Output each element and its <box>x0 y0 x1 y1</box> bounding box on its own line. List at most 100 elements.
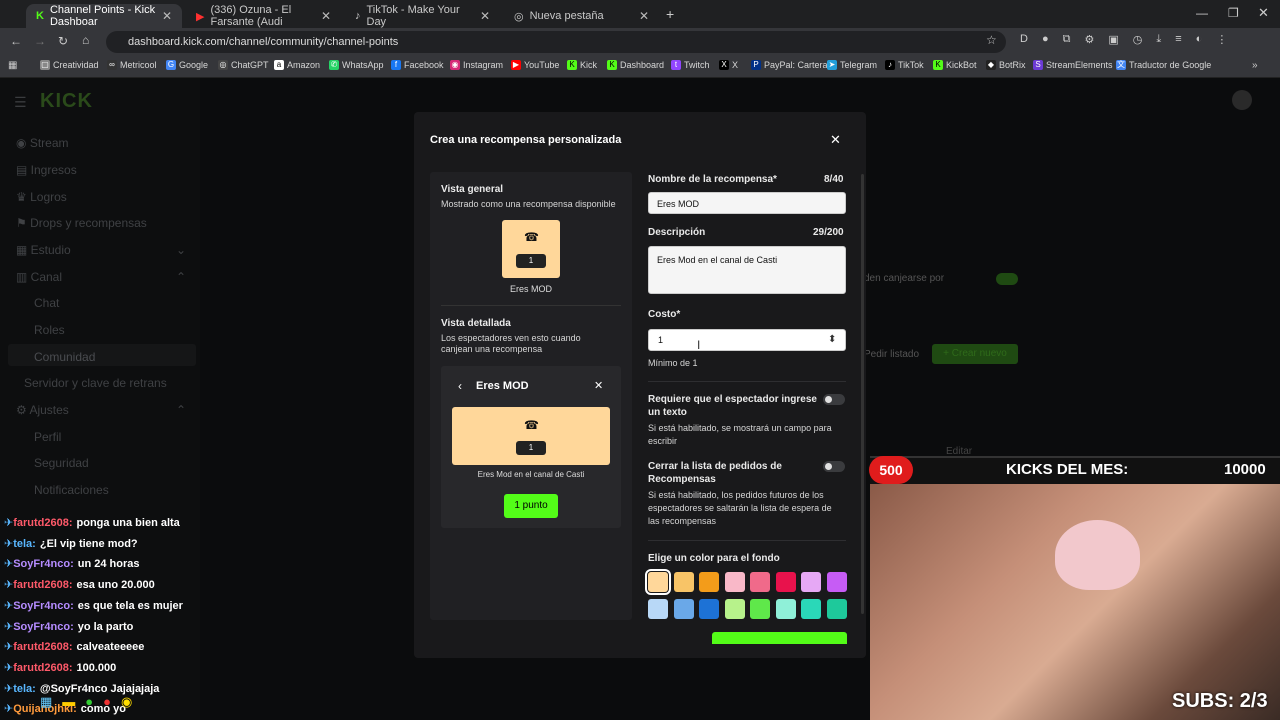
color-swatch[interactable] <box>724 599 745 619</box>
globe-icon: ◎ <box>514 10 524 23</box>
bookmark-star-icon[interactable]: ☆ <box>986 33 997 47</box>
sidebar-item-servidor[interactable]: Servidor y clave de retrans <box>24 376 167 390</box>
color-swatch[interactable] <box>826 572 847 592</box>
tab-ozuna[interactable]: ▶ (336) Ozuna - El Farsante (Audi ✕ <box>186 4 341 28</box>
stepper-icon[interactable]: ⬍ <box>828 334 836 345</box>
taskbar-icons[interactable]: ▦ ▬ ● ● ◉ <box>40 694 132 710</box>
color-swatch[interactable] <box>801 599 821 619</box>
color-swatch[interactable] <box>645 569 671 595</box>
tab-tiktok[interactable]: ♪ TikTok - Make Your Day ✕ <box>345 4 500 28</box>
close-window-button[interactable]: ✕ <box>1258 5 1269 21</box>
modal-close-icon[interactable]: ✕ <box>830 132 841 148</box>
chat-message: ✈SoyFr4nco: yo la parto <box>4 620 133 633</box>
bookmark-x[interactable]: XX <box>719 60 738 70</box>
extensions-toolbar[interactable]: D ● ⧉ ⚙ ▣ ◷ ⤓ ≡ ◐ ⋮ <box>1020 33 1227 46</box>
bookmark-traductor[interactable]: 文 Traductor de Google <box>1116 60 1211 70</box>
sidebar-item-estudio[interactable]: ▦ Estudio ⌄ <box>16 243 186 257</box>
bg-pedir-listado: Pedir listado <box>864 349 920 360</box>
tab-new[interactable]: ◎ Nueva pestaña ✕ <box>504 4 659 28</box>
reward-name-input[interactable]: Eres MOD <box>648 192 846 214</box>
color-swatch[interactable] <box>648 599 668 619</box>
bookmark-dashboard[interactable]: K Dashboard <box>607 60 664 70</box>
divider <box>648 540 846 541</box>
bookmark-metricool[interactable]: ∞ Metricool <box>107 60 157 70</box>
home-icon[interactable]: ⌂ <box>82 33 89 47</box>
modal-scrollbar[interactable] <box>861 174 864 614</box>
bookmark-creatividad[interactable]: ▢ Creatividad <box>40 60 99 70</box>
sidebar-item-ajustes[interactable]: ⚙ Ajustes ⌃ <box>16 403 186 417</box>
bookmark-chatgpt[interactable]: ◎ ChatGPT <box>218 60 269 70</box>
color-swatch[interactable] <box>775 572 796 592</box>
bookmark-amazon[interactable]: a Amazon <box>274 60 320 70</box>
close-queue-toggle[interactable] <box>823 461 845 472</box>
description-textarea[interactable]: Eres Mod en el canal de Casti <box>648 246 846 294</box>
forward-icon[interactable]: → <box>34 34 46 48</box>
cost-minimum-hint: Mínimo de 1 <box>648 358 698 368</box>
chat-username: tela: <box>13 537 36 550</box>
avatar[interactable] <box>1232 90 1252 110</box>
color-swatch[interactable] <box>673 572 694 592</box>
bookmark-tiktok[interactable]: ♪ TikTok <box>885 60 924 70</box>
sidebar-item-ingresos[interactable]: ▤ Ingresos <box>16 163 77 177</box>
webcam-cap <box>1055 520 1140 590</box>
color-swatch[interactable] <box>826 599 847 619</box>
bookmark-botrix[interactable]: ◆ BotRix <box>986 60 1026 70</box>
sidebar-item-chat[interactable]: Chat <box>34 296 59 310</box>
sidebar-item-canal[interactable]: ▥ Canal ⌃ <box>16 270 186 284</box>
maximize-button[interactable]: ❐ <box>1228 6 1239 20</box>
color-swatch[interactable] <box>801 572 821 592</box>
detailed-close-icon: ✕ <box>594 380 604 392</box>
color-swatch[interactable] <box>673 599 694 619</box>
bookmark-youtube[interactable]: ▶ YouTube <box>511 60 559 70</box>
bookmark-whatsapp[interactable]: ✆ WhatsApp <box>329 60 384 70</box>
color-swatch[interactable] <box>699 572 719 592</box>
bookmark-telegram[interactable]: ➤ Telegram <box>827 60 877 70</box>
minimize-button[interactable]: — <box>1196 6 1208 20</box>
back-icon[interactable]: ← <box>10 34 22 48</box>
bookmark-paypal[interactable]: P PayPal: Cartera <box>751 60 828 70</box>
close-tab-icon[interactable]: ✕ <box>321 9 331 23</box>
bookmark-facebook[interactable]: f Facebook <box>391 60 444 70</box>
menu-icon[interactable]: ☰ <box>14 94 27 111</box>
sidebar-item-stream[interactable]: ◉ Stream <box>16 136 69 150</box>
reload-icon[interactable]: ↻ <box>58 34 68 48</box>
sidebar-item-comunidad[interactable]: Comunidad <box>34 350 95 364</box>
chat-text: yo la parto <box>77 620 134 633</box>
close-tab-icon[interactable]: ✕ <box>162 9 172 23</box>
close-tab-icon[interactable]: ✕ <box>480 9 490 23</box>
more-bookmarks-icon[interactable]: » <box>1252 60 1258 71</box>
url-field[interactable]: dashboard.kick.com/channel/community/cha… <box>106 31 1006 53</box>
description-label: Descripción <box>648 227 706 238</box>
sidebar-item-notificaciones[interactable]: Notificaciones <box>34 483 109 497</box>
chat-username: farutd2608: <box>13 661 73 674</box>
apps-grid-icon[interactable]: ▦ <box>8 60 17 71</box>
sidebar-item-perfil[interactable]: Perfil <box>34 430 61 444</box>
chat-message: ✈farutd2608: calveateeeee <box>4 640 144 653</box>
chat-text: calveateeeee <box>76 641 145 654</box>
bookmark-streamelements[interactable]: S StreamElements <box>1033 60 1113 70</box>
cost-input[interactable]: 1 <box>648 329 846 351</box>
chat-text: ¿El vip tiene mod? <box>39 537 138 550</box>
youtube-favicon-icon: ▶ <box>196 10 205 23</box>
create-button[interactable] <box>712 632 847 644</box>
color-swatch[interactable] <box>724 572 745 592</box>
sidebar-item-roles[interactable]: Roles <box>34 323 65 337</box>
close-tab-icon[interactable]: ✕ <box>639 9 649 23</box>
tab-channel-points[interactable]: K Channel Points - Kick Dashboar ✕ <box>26 4 182 28</box>
bookmark-kickbot[interactable]: K KickBot <box>933 60 977 70</box>
color-swatch[interactable] <box>750 599 770 619</box>
bookmark-kick[interactable]: K Kick <box>567 60 597 70</box>
bookmark-instagram[interactable]: ◉ Instagram <box>450 60 503 70</box>
color-swatch[interactable] <box>750 572 770 592</box>
new-tab-button[interactable]: + <box>666 6 674 22</box>
color-swatch[interactable] <box>775 599 796 619</box>
require-text-toggle[interactable] <box>823 394 845 405</box>
overview-subtitle: Mostrado como una recompensa disponible <box>441 199 616 209</box>
bookmark-twitch[interactable]: t Twitch <box>671 60 710 70</box>
sidebar-item-logros[interactable]: ♛ Logros <box>16 190 67 204</box>
require-text-label: Requiere que el espectador ingrese un te… <box>648 394 817 418</box>
sidebar-item-seguridad[interactable]: Seguridad <box>34 456 89 470</box>
bookmark-google[interactable]: G Google <box>166 60 208 70</box>
color-swatch[interactable] <box>699 599 719 619</box>
sidebar-item-drops[interactable]: ⚑ Drops y recompensas <box>16 216 147 230</box>
